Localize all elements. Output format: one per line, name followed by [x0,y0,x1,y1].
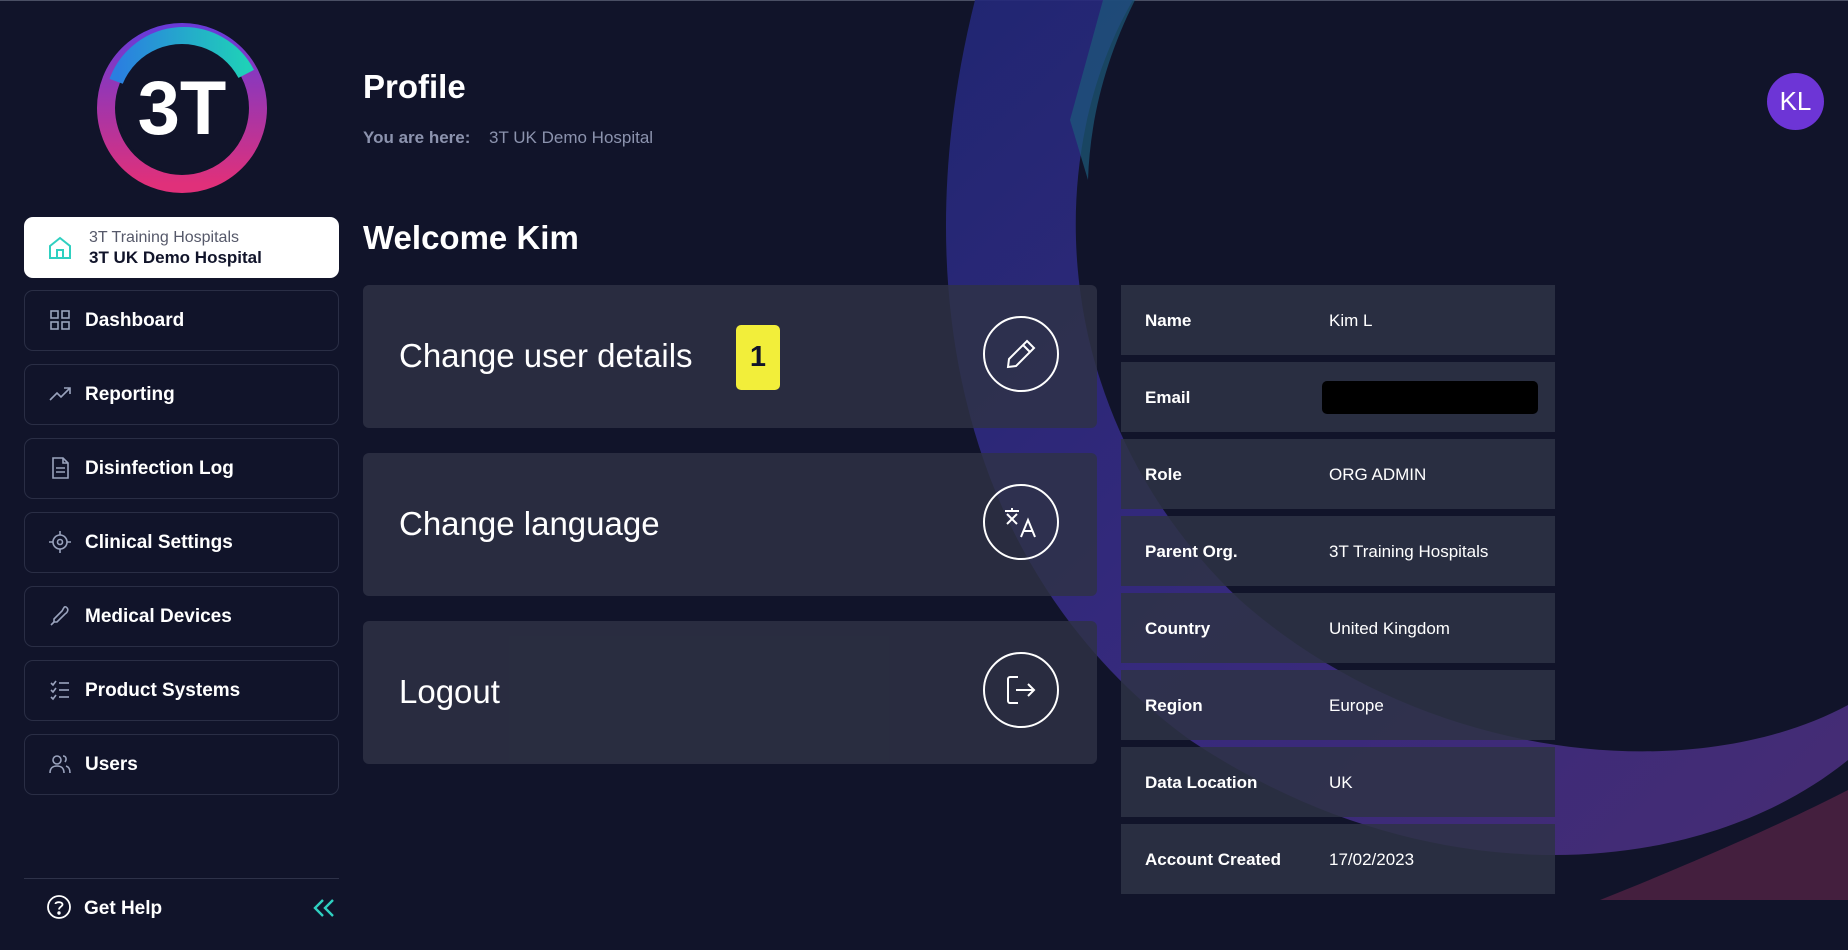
pencil-icon [1006,339,1036,369]
nav-label: Reporting [85,384,175,405]
welcome-heading: Welcome Kim [363,219,579,256]
org-parent-name: 3T Training Hospitals [89,229,239,246]
detail-row-account-created: Account Created 17/02/2023 [1121,824,1555,894]
document-icon [52,457,69,479]
get-help-label: Get Help [84,898,163,919]
nav-item-disinfection-log[interactable]: Disinfection Log [24,438,339,499]
detail-row-name: Name Kim L [1121,285,1555,355]
breadcrumb-value: 3T UK Demo Hospital [489,128,654,147]
trend-up-icon [49,387,71,401]
edit-button[interactable] [983,316,1059,392]
nav-item-clinical-settings[interactable]: Clinical Settings [24,512,339,573]
nav-item-reporting[interactable]: Reporting [24,364,339,425]
detail-value: UK [1329,773,1353,792]
detail-label: Country [1145,619,1211,638]
detail-value: United Kingdom [1329,619,1450,638]
detail-row-email: Email [1121,362,1555,432]
nav-label: Medical Devices [85,606,232,627]
top-border [0,0,1848,1]
language-button[interactable] [983,484,1059,560]
nav-item-product-systems[interactable]: Product Systems [24,660,339,721]
logout-button[interactable]: Logout [363,621,1097,764]
detail-label: Email [1145,388,1191,407]
detail-value: Kim L [1329,311,1373,330]
org-selector[interactable]: 3T Training Hospitals 3T UK Demo Hospita… [24,217,339,278]
detail-row-data-location: Data Location UK [1121,747,1555,817]
detail-label: Role [1145,465,1182,484]
breadcrumb-label: You are here: [363,128,471,147]
action-label: Change user details [399,337,693,374]
detail-label: Data Location [1145,773,1258,792]
collapse-sidebar-icon[interactable] [310,896,338,920]
logout-round-button[interactable] [983,652,1059,728]
company-logo: 3T [97,23,267,193]
redacted-email-value [1322,381,1538,414]
detail-row-region: Region Europe [1121,670,1555,740]
sidebar-divider [24,878,339,879]
logo-text: 3T [138,66,227,151]
detail-value: 17/02/2023 [1329,850,1415,869]
users-icon [49,755,71,774]
detail-row-parent-org: Parent Org. 3T Training Hospitals [1121,516,1555,586]
nav-label: Disinfection Log [85,458,234,479]
checklist-icon [50,680,69,701]
target-gear-icon [49,531,71,553]
detail-value: ORG ADMIN [1329,465,1427,484]
detail-value: 3T Training Hospitals [1329,542,1489,561]
change-language-button[interactable]: Change language [363,453,1097,596]
nav-label: Users [85,754,138,775]
grid-icon [50,310,70,330]
user-avatar[interactable]: KL [1767,73,1824,130]
detail-value: Europe [1329,696,1384,715]
nav-item-users[interactable]: Users [24,734,339,795]
detail-row-country: Country United Kingdom [1121,593,1555,663]
nav-label: Product Systems [85,680,241,701]
nav-item-dashboard[interactable]: Dashboard [24,290,339,351]
logout-icon [1007,676,1036,704]
nav-label: Clinical Settings [85,532,233,553]
action-label: Change language [399,505,660,542]
help-circle-icon [47,895,71,919]
step-badge: 1 [736,325,780,390]
change-user-details-button[interactable]: Change user details 1 [363,285,1097,428]
page-title: Profile [363,68,466,105]
nav-label: Dashboard [85,310,185,331]
probe-icon [50,605,69,626]
detail-label: Name [1145,311,1192,330]
detail-label: Parent Org. [1145,542,1238,561]
org-current-name: 3T UK Demo Hospital [89,248,262,267]
detail-row-role: Role ORG ADMIN [1121,439,1555,509]
detail-label: Account Created [1145,850,1282,869]
home-icon [49,236,71,259]
action-label: Logout [399,673,500,710]
translate-icon [1005,508,1036,538]
nav-item-medical-devices[interactable]: Medical Devices [24,586,339,647]
detail-label: Region [1145,696,1203,715]
